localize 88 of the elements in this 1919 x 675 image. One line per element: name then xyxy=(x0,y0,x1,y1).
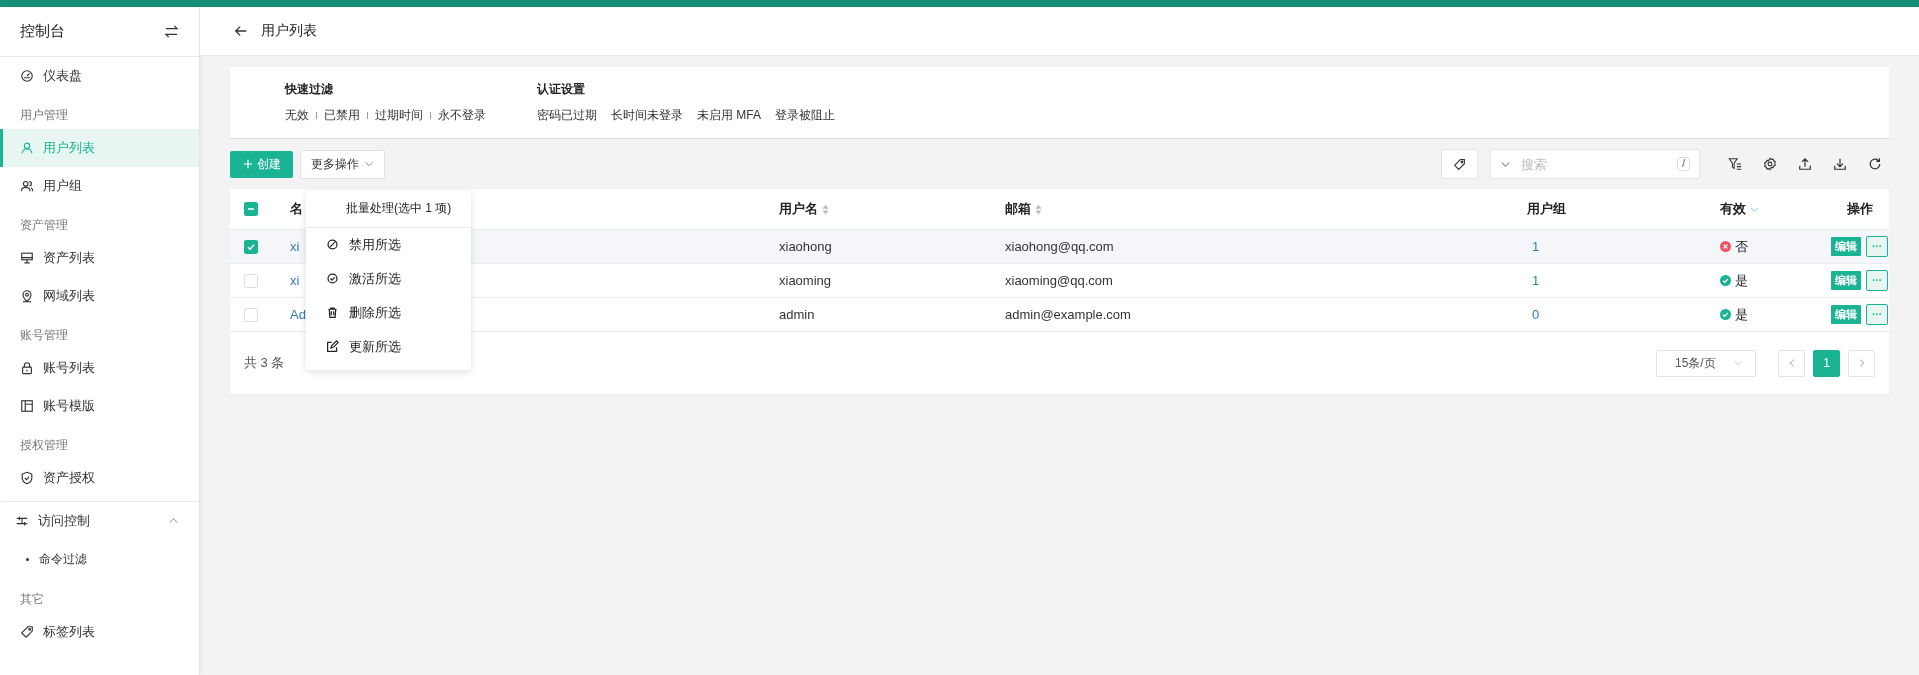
sidebar-group[interactable]: 访问控制 xyxy=(0,501,199,539)
filter-link[interactable]: 永不登录 xyxy=(438,107,486,124)
nav-icon xyxy=(20,141,34,155)
section-heading: 用户管理 xyxy=(19,107,69,124)
name-link[interactable]: xi xyxy=(290,239,300,254)
tag-button[interactable] xyxy=(1441,149,1478,179)
filter-title: 快速过滤 xyxy=(285,81,334,98)
menu-item-icon xyxy=(326,272,339,285)
chevron-icon xyxy=(168,515,179,526)
sidebar-item[interactable]: 用户组 xyxy=(0,167,199,205)
nav-icon xyxy=(20,471,34,485)
sidebar-item[interactable]: 仪表盘 xyxy=(0,57,199,95)
section-heading: 授权管理 xyxy=(19,437,69,454)
sidebar-item[interactable]: 账号模版 xyxy=(0,387,199,425)
filter-link[interactable]: 无效 xyxy=(285,107,309,124)
select-all-checkbox[interactable] xyxy=(244,202,258,216)
column-header: 邮箱 xyxy=(1005,200,1031,218)
sidebar-item[interactable]: 资产列表 xyxy=(0,239,199,277)
filter-link[interactable]: 未启用 MFA xyxy=(697,107,761,124)
refresh-icon[interactable] xyxy=(1868,157,1882,171)
settings-icon[interactable] xyxy=(1763,157,1777,171)
column-header: 名 xyxy=(290,200,303,218)
nav-icon xyxy=(20,399,34,413)
page-title: 用户列表 xyxy=(261,22,317,40)
nav-icon xyxy=(20,289,34,303)
filter-link[interactable]: 长时间未登录 xyxy=(611,107,683,124)
sidebar-item[interactable]: 网域列表 xyxy=(0,277,199,315)
section-heading: 账号管理 xyxy=(19,327,69,344)
valid-text: 否 xyxy=(1735,237,1748,256)
caret-icon xyxy=(1733,358,1743,368)
name-link[interactable]: Ad xyxy=(290,307,306,322)
filter-icon[interactable] xyxy=(1728,157,1742,171)
menu-item[interactable]: 激活所选 xyxy=(306,261,471,296)
upload-icon[interactable] xyxy=(1798,157,1812,171)
filter-link[interactable]: 登录被阻止 xyxy=(775,107,835,124)
nav-icon xyxy=(20,625,34,639)
total-count: 共 3 条 xyxy=(244,354,285,372)
sidebar-item[interactable]: 资产授权 xyxy=(0,459,199,497)
nav-icon xyxy=(20,251,34,265)
caret-icon[interactable] xyxy=(1500,159,1511,170)
menu-item[interactable]: 更新所选 xyxy=(306,329,471,364)
menu-item[interactable]: 删除所选 xyxy=(306,295,471,330)
swap-icon[interactable] xyxy=(164,24,179,39)
shortcut-hint: / xyxy=(1677,157,1690,171)
table-cell: xiaohong@qq.com xyxy=(1005,239,1114,254)
nav-icon xyxy=(20,179,34,193)
column-header: 有效 xyxy=(1720,200,1746,218)
caret-icon xyxy=(364,159,374,169)
table-cell: admin@example.com xyxy=(1005,307,1131,322)
console-title: 控制台 xyxy=(20,22,65,41)
section-heading: 资产管理 xyxy=(19,217,69,234)
sidebar-item[interactable]: 标签列表 xyxy=(0,613,199,651)
menu-item-icon xyxy=(326,340,339,353)
column-header: 用户组 xyxy=(1527,200,1566,218)
row-checkbox[interactable] xyxy=(244,239,258,254)
nav-icon xyxy=(20,361,34,375)
table-cell: xiaohong xyxy=(779,239,832,254)
valid-text: 是 xyxy=(1735,271,1748,290)
download-icon[interactable] xyxy=(1833,157,1847,171)
section-heading: 其它 xyxy=(19,591,45,608)
more-actions-button[interactable]: 更多操作 xyxy=(300,149,385,179)
menu-item-icon xyxy=(326,306,339,319)
page-size-select[interactable]: 15条/页 xyxy=(1656,349,1756,377)
menu-item[interactable]: 禁用所选 xyxy=(306,227,471,262)
sort-icon[interactable] xyxy=(822,203,829,215)
table-cell: xiaoming xyxy=(779,273,832,288)
column-header: 操作 xyxy=(1846,200,1873,218)
group-count-link[interactable]: 1 xyxy=(1520,239,1540,254)
filter-title: 认证设置 xyxy=(537,81,586,98)
check-icon xyxy=(246,241,256,252)
menu-item-icon xyxy=(326,238,339,251)
sort-icon[interactable] xyxy=(1035,203,1042,215)
column-header: 用户名 xyxy=(779,200,818,218)
filter-link[interactable]: 密码已过期 xyxy=(537,107,597,124)
filter-link[interactable]: 过期时间 xyxy=(375,107,423,124)
sidebar-subitem[interactable]: 命令过滤 xyxy=(0,539,199,579)
filter-link[interactable]: 已禁用 xyxy=(324,107,360,124)
name-link[interactable]: xi xyxy=(290,273,300,288)
group-count-link[interactable]: 0 xyxy=(1520,307,1540,322)
group-count-link[interactable]: 1 xyxy=(1520,273,1540,288)
table-cell: xiaoming@qq.com xyxy=(1005,273,1113,288)
table-cell: admin xyxy=(779,307,815,322)
sidebar-item[interactable]: 账号列表 xyxy=(0,349,199,387)
nav-icon xyxy=(20,69,34,83)
tag-icon xyxy=(1453,157,1466,171)
back-icon[interactable] xyxy=(234,24,248,38)
valid-text: 是 xyxy=(1735,305,1748,324)
plus-icon xyxy=(242,159,253,169)
